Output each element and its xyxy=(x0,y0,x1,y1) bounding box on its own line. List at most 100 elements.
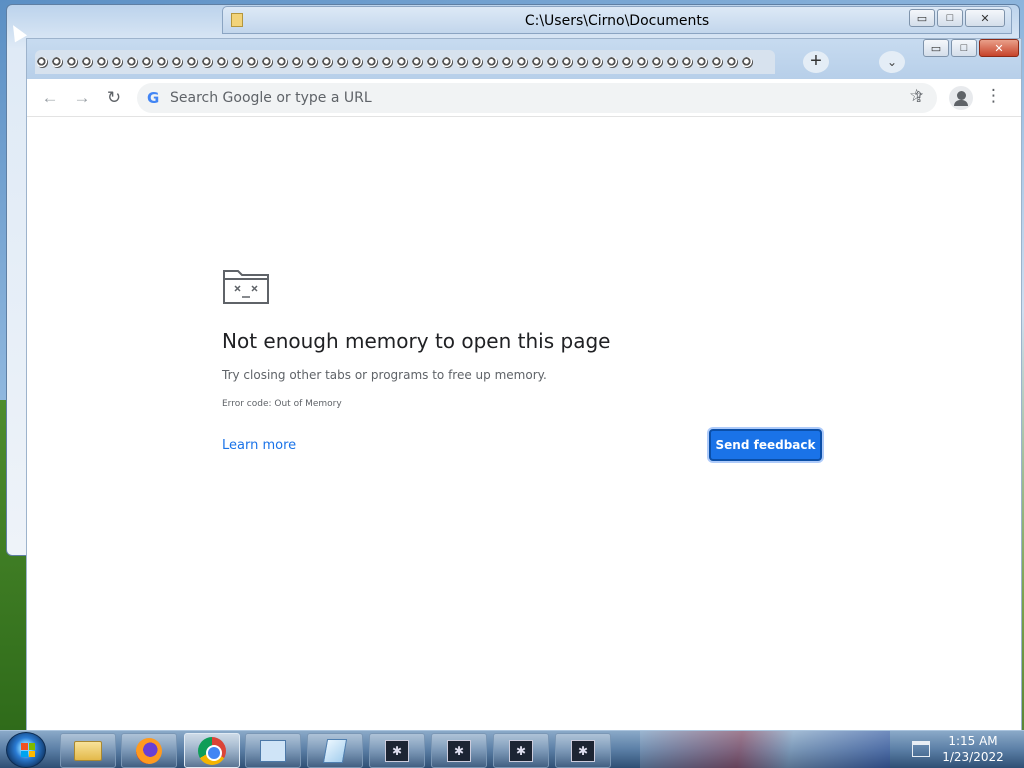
browser-tab[interactable] xyxy=(680,50,695,74)
browser-tab[interactable] xyxy=(440,50,455,74)
browser-tab[interactable] xyxy=(530,50,545,74)
browser-tab[interactable] xyxy=(185,50,200,74)
new-tab-button[interactable]: + xyxy=(803,51,829,73)
explorer-maximize-button[interactable]: □ xyxy=(937,9,963,27)
browser-tab[interactable] xyxy=(50,50,65,74)
browser-tab[interactable] xyxy=(620,50,635,74)
tab-favicon-icon xyxy=(592,56,603,68)
browser-tab[interactable] xyxy=(500,50,515,74)
browser-tab[interactable] xyxy=(470,50,485,74)
browser-tab[interactable] xyxy=(605,50,620,74)
browser-tab[interactable] xyxy=(35,50,50,74)
tab-favicon-icon xyxy=(742,56,753,68)
forward-button[interactable]: → xyxy=(71,87,93,109)
tab-favicon-icon xyxy=(202,56,213,68)
browser-tab[interactable] xyxy=(365,50,380,74)
browser-tab[interactable] xyxy=(485,50,500,74)
browser-tab[interactable] xyxy=(650,50,665,74)
browser-tab[interactable] xyxy=(260,50,275,74)
browser-tab[interactable] xyxy=(245,50,260,74)
tab-favicon-icon xyxy=(457,56,468,68)
browser-tab[interactable] xyxy=(665,50,680,74)
browser-tab[interactable] xyxy=(110,50,125,74)
taskbar-bug-app-1[interactable]: ✱ xyxy=(369,733,425,768)
browser-tab[interactable] xyxy=(200,50,215,74)
browser-tab[interactable] xyxy=(65,50,80,74)
tab-favicon-icon xyxy=(712,56,723,68)
browser-tab[interactable] xyxy=(170,50,185,74)
browser-tab[interactable] xyxy=(230,50,245,74)
firefox-icon xyxy=(136,737,162,764)
browser-tab[interactable] xyxy=(95,50,110,74)
browser-tab[interactable] xyxy=(380,50,395,74)
browser-tab[interactable] xyxy=(335,50,350,74)
browser-tab[interactable] xyxy=(275,50,290,74)
browser-tab[interactable] xyxy=(395,50,410,74)
taskbar-control-panel[interactable] xyxy=(245,733,301,768)
start-button[interactable] xyxy=(6,732,46,768)
browser-maximize-button[interactable]: □ xyxy=(951,39,977,57)
tab-favicon-icon xyxy=(667,56,678,68)
browser-tab[interactable] xyxy=(740,50,755,74)
omnibox-placeholder[interactable]: Search Google or type a URL xyxy=(170,90,372,106)
browser-tab[interactable] xyxy=(290,50,305,74)
network-icon[interactable] xyxy=(912,741,930,757)
tab-favicon-icon xyxy=(82,56,93,68)
browser-tab[interactable] xyxy=(125,50,140,74)
browser-titlebar[interactable]: + ⌄ ▭ □ ✕ xyxy=(27,39,1021,79)
tab-favicon-icon xyxy=(142,56,153,68)
browser-tab[interactable] xyxy=(575,50,590,74)
browser-tab[interactable] xyxy=(695,50,710,74)
explorer-titlebar[interactable]: C:\Users\Cirno\Documents ▭ □ ✕ xyxy=(222,6,1012,34)
reload-button[interactable]: ↻ xyxy=(103,87,125,109)
taskbar-explorer[interactable] xyxy=(60,733,116,768)
browser-tab[interactable] xyxy=(425,50,440,74)
taskbar-notepad[interactable] xyxy=(307,733,363,768)
browser-tab[interactable] xyxy=(410,50,425,74)
browser-tab[interactable] xyxy=(560,50,575,74)
browser-tab[interactable] xyxy=(545,50,560,74)
browser-tab[interactable] xyxy=(350,50,365,74)
clock-time[interactable]: 1:15 AM xyxy=(940,734,1006,748)
browser-tab[interactable] xyxy=(215,50,230,74)
browser-tab[interactable] xyxy=(590,50,605,74)
browser-tab[interactable] xyxy=(320,50,335,74)
bug-icon: ✱ xyxy=(509,739,533,762)
browser-tab[interactable] xyxy=(155,50,170,74)
browser-tab[interactable] xyxy=(635,50,650,74)
profile-avatar-button[interactable] xyxy=(949,86,973,110)
explorer-minimize-button[interactable]: ▭ xyxy=(909,9,935,27)
browser-tab[interactable] xyxy=(305,50,320,74)
tab-favicon-icon xyxy=(562,56,573,68)
browser-tab[interactable] xyxy=(725,50,740,74)
taskbar-bug-app-4[interactable]: ✱ xyxy=(555,733,611,768)
back-button[interactable]: ← xyxy=(39,87,61,109)
tab-search-button[interactable]: ⌄ xyxy=(879,51,905,73)
browser-close-button[interactable]: ✕ xyxy=(979,39,1019,57)
browser-tab[interactable] xyxy=(710,50,725,74)
taskbar-bug-app-2[interactable]: ✱ xyxy=(431,733,487,768)
taskbar-bug-app-3[interactable]: ✱ xyxy=(493,733,549,768)
browser-tab[interactable] xyxy=(455,50,470,74)
browser-minimize-button[interactable]: ▭ xyxy=(923,39,949,57)
send-feedback-button[interactable]: Send feedback xyxy=(709,429,822,461)
browser-tab[interactable] xyxy=(515,50,530,74)
taskbar-firefox[interactable] xyxy=(121,733,177,768)
tab-favicon-icon xyxy=(67,56,78,68)
explorer-close-button[interactable]: ✕ xyxy=(965,9,1005,27)
browser-tab[interactable] xyxy=(140,50,155,74)
tab-favicon-icon xyxy=(442,56,453,68)
error-page: Not enough memory to open this page Try … xyxy=(27,117,1021,731)
menu-kebab-icon[interactable]: ⋮ xyxy=(985,86,1002,106)
taskbar-background-art xyxy=(640,731,890,768)
notepad-icon xyxy=(322,738,348,763)
bookmark-star-icon[interactable]: ☆ xyxy=(909,86,924,106)
learn-more-link[interactable]: Learn more xyxy=(222,438,296,453)
tab-favicon-icon xyxy=(187,56,198,68)
clock-date[interactable]: 1/23/2022 xyxy=(940,750,1006,764)
browser-tab[interactable] xyxy=(80,50,95,74)
tab-favicon-icon xyxy=(397,56,408,68)
windows-logo-icon xyxy=(21,743,35,757)
taskbar-chrome[interactable] xyxy=(184,733,240,768)
omnibox[interactable]: G Search Google or type a URL ⇪ xyxy=(137,83,937,113)
